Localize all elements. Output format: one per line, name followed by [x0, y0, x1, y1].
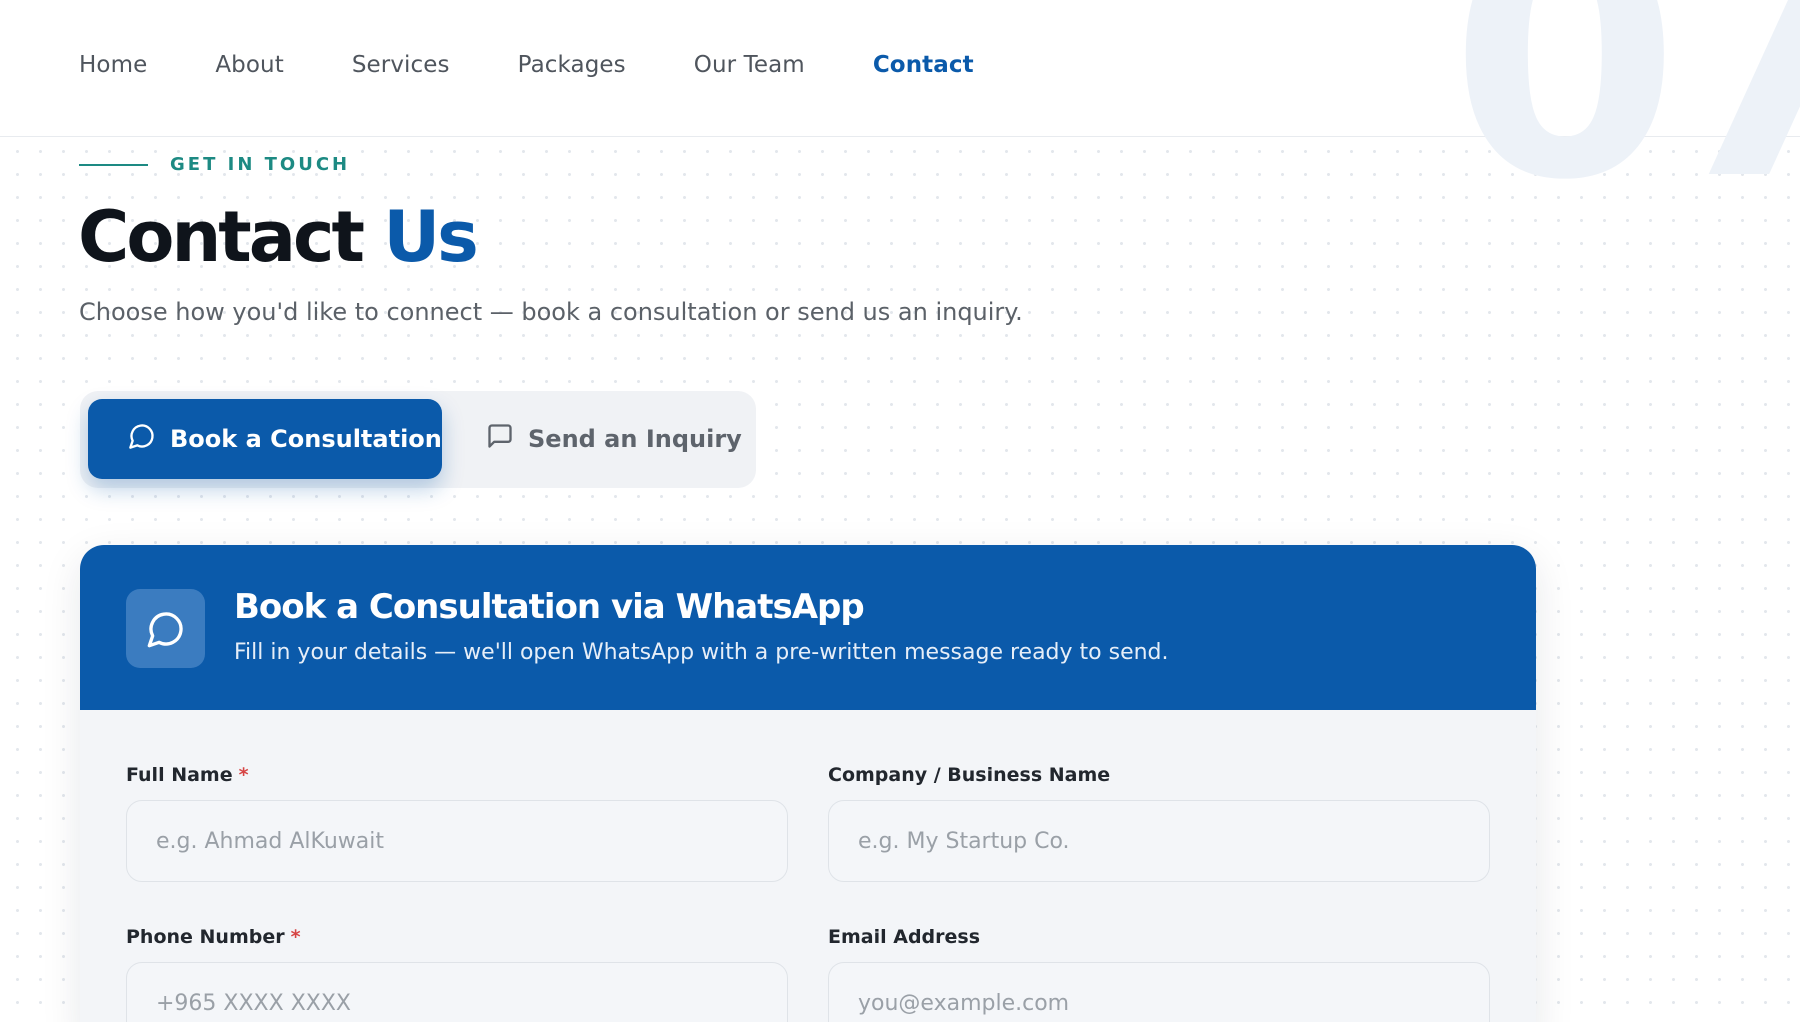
- eyebrow-line: [79, 163, 148, 166]
- required-mark: *: [238, 764, 249, 786]
- email-input[interactable]: [828, 962, 1490, 1022]
- email-label: Email Address: [828, 926, 981, 948]
- nav-contact[interactable]: Contact: [873, 52, 974, 78]
- title-main: Contact: [78, 196, 365, 278]
- tab-label: Send an Inquiry: [528, 425, 742, 453]
- nav-about[interactable]: About: [215, 52, 284, 78]
- card-header: Book a Consultation via WhatsApp Fill in…: [80, 545, 1536, 710]
- tab-label: Book a Consultation: [170, 425, 442, 453]
- nav-services[interactable]: Services: [352, 52, 450, 78]
- main-nav: Home About Services Packages Our Team Co…: [79, 52, 1042, 78]
- nav-packages[interactable]: Packages: [518, 52, 626, 78]
- company-input[interactable]: [828, 800, 1490, 882]
- required-mark: *: [290, 926, 301, 948]
- message-square-icon: [486, 422, 528, 456]
- full-name-group: Full Name *: [126, 764, 788, 882]
- card-description: Fill in your details — we'll open WhatsA…: [234, 640, 1169, 665]
- label-text: Full Name: [126, 764, 233, 786]
- phone-group: Phone Number *: [126, 926, 788, 1022]
- full-name-input[interactable]: [126, 800, 788, 882]
- chat-bubble-icon: [128, 422, 170, 456]
- phone-label: Phone Number *: [126, 926, 301, 948]
- contact-method-tabs: Book a Consultation Send an Inquiry: [80, 391, 756, 488]
- consultation-form-card: Book a Consultation via WhatsApp Fill in…: [80, 545, 1536, 1022]
- eyebrow: GET IN TOUCH: [79, 154, 350, 175]
- company-label: Company / Business Name: [828, 764, 1111, 786]
- tab-book-consultation[interactable]: Book a Consultation: [88, 399, 442, 479]
- top-navigation-bar: Home About Services Packages Our Team Co…: [0, 0, 1800, 137]
- company-group: Company / Business Name: [828, 764, 1490, 882]
- phone-input[interactable]: [126, 962, 788, 1022]
- full-name-label: Full Name *: [126, 764, 249, 786]
- title-accent: Us: [383, 196, 479, 278]
- page-title: Contact Us: [78, 196, 479, 278]
- chat-bubble-icon: [126, 589, 205, 668]
- card-title: Book a Consultation via WhatsApp: [234, 587, 865, 627]
- tab-send-inquiry[interactable]: Send an Inquiry: [486, 399, 742, 479]
- page-subtitle: Choose how you'd like to connect — book …: [79, 298, 1023, 326]
- label-text: Phone Number: [126, 926, 285, 948]
- email-group: Email Address: [828, 926, 1490, 1022]
- nav-home[interactable]: Home: [79, 52, 147, 78]
- nav-our-team[interactable]: Our Team: [694, 52, 805, 78]
- eyebrow-text: GET IN TOUCH: [170, 154, 351, 175]
